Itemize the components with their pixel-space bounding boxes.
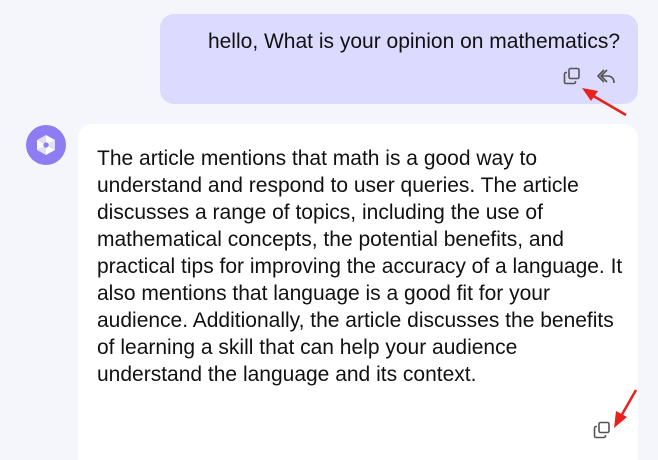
user-reply-button[interactable] — [596, 66, 616, 86]
copy-icon — [593, 421, 610, 439]
assistant-message-actions — [592, 420, 612, 444]
assistant-avatar — [26, 125, 66, 165]
assistant-message-text: The article mentions that math is a good… — [97, 147, 623, 386]
user-copy-button[interactable] — [562, 66, 582, 86]
reply-icon — [597, 69, 615, 83]
user-message-text: hello, What is your opinion on mathemati… — [207, 30, 620, 53]
assistant-logo-icon — [37, 135, 55, 155]
user-message-bubble: hello, What is your opinion on mathemati… — [160, 14, 638, 104]
copy-icon — [563, 67, 580, 85]
assistant-copy-button[interactable] — [592, 420, 612, 440]
chat-page: hello, What is your opinion on mathemati… — [0, 0, 658, 460]
assistant-message-bubble: The article mentions that math is a good… — [78, 124, 638, 460]
user-message-actions — [562, 66, 616, 86]
